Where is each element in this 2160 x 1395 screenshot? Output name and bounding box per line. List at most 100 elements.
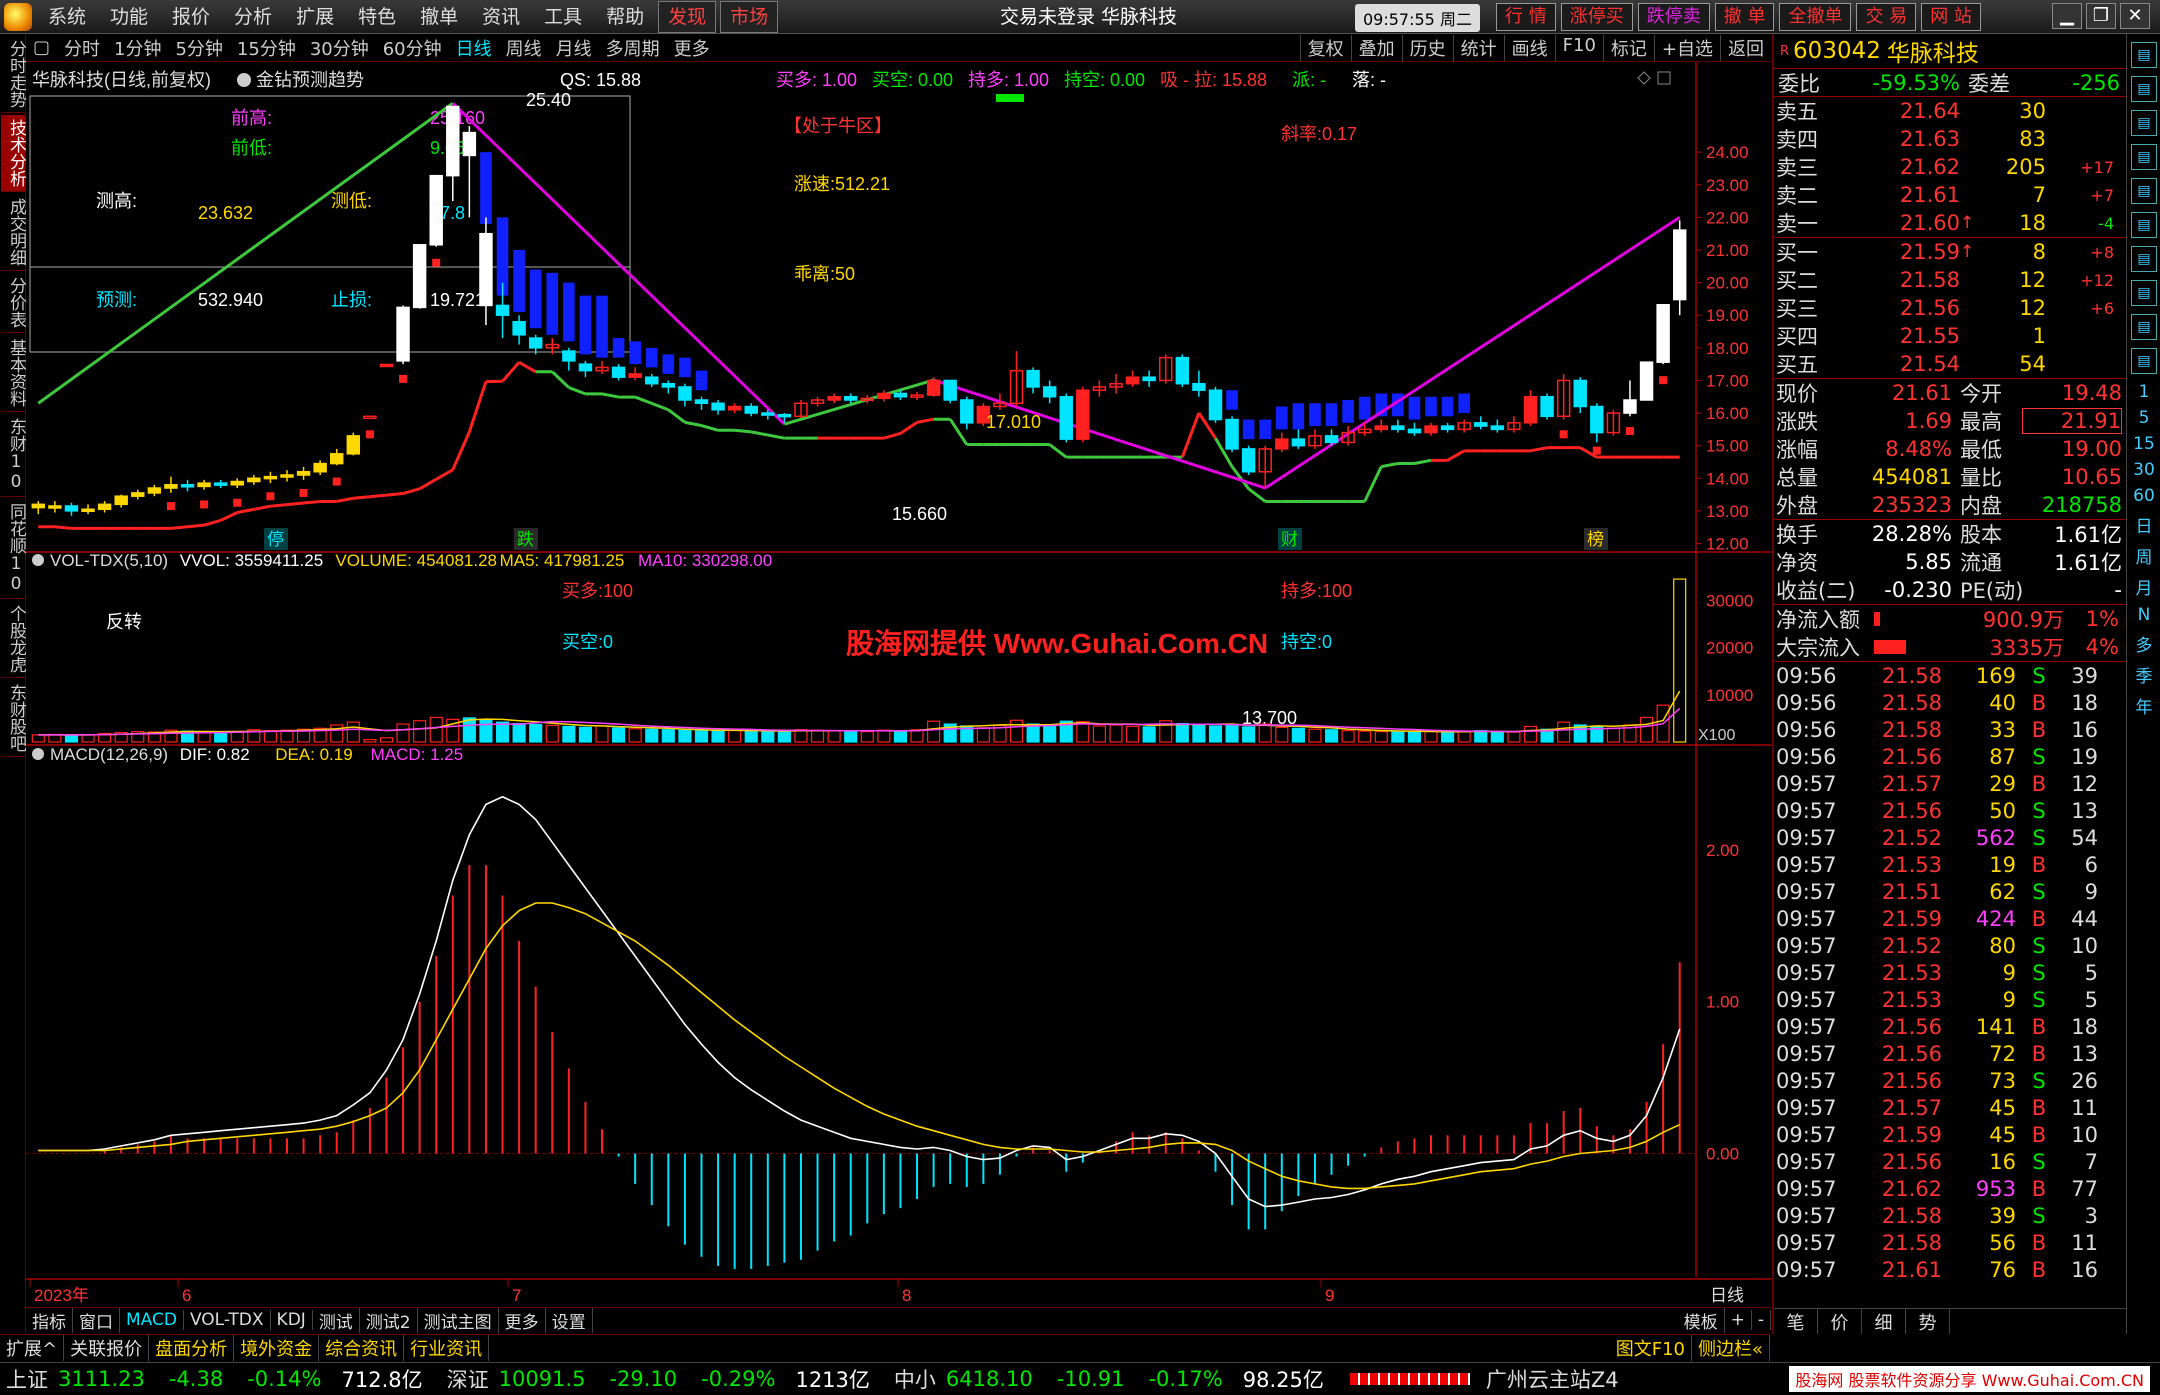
zoom-out-button[interactable]: -	[1752, 1310, 1771, 1330]
period-4[interactable]: 30分钟	[303, 35, 376, 61]
chart-canvas[interactable]: 华脉科技(日线,前复权) 金钻预测趋势 QS: 15.88 买多: 1.00 买空: 0…	[26, 62, 1771, 1307]
menu-item-2[interactable]: 报价	[160, 0, 222, 34]
quote-tab-0[interactable]: 笔	[1774, 1309, 1818, 1334]
func-item-4[interactable]: 综合资讯	[319, 1334, 405, 1361]
indicator-tab-7[interactable]: 测试主图	[418, 1307, 499, 1333]
quick-button-0[interactable]: 行 情	[1496, 3, 1556, 31]
side-number-2[interactable]: 15	[2127, 434, 2160, 454]
quick-button-3[interactable]: 撤 单	[1714, 3, 1775, 31]
indicator-name[interactable]: 金钻预测趋势	[256, 70, 364, 90]
menu-item-0[interactable]: 系统	[36, 0, 98, 34]
event-marker[interactable]: 财	[1281, 530, 1298, 549]
side-number-1[interactable]: 5	[2127, 408, 2160, 428]
indicator-tab-9[interactable]: 设置	[546, 1307, 593, 1333]
func-item-3[interactable]: 境外资金	[234, 1334, 320, 1361]
restore-button[interactable]: ❐	[2086, 3, 2116, 29]
side-period-2[interactable]: 月	[2127, 574, 2160, 599]
side-tool-icon[interactable]: ▤	[2131, 280, 2157, 306]
zoom-in-button[interactable]: +	[1725, 1310, 1752, 1330]
tick-list[interactable]: 09:56 21.58 169 S 39 09:56 21.58 40 B 18 09:56 21.5…	[1774, 661, 2126, 1283]
chart-tool-1[interactable]: 叠加	[1350, 34, 1402, 61]
side-tool-icon[interactable]: ▤	[2131, 178, 2157, 204]
menu-item-8[interactable]: 工具	[532, 0, 594, 34]
chart-area[interactable]: 华脉科技(日线,前复权) 金钻预测趋势 QS: 15.88 买多: 1.00 买空: 0…	[26, 62, 1771, 1307]
side-tool-icon[interactable]: ▤	[2131, 212, 2157, 238]
func-item-2[interactable]: 盘面分析	[149, 1334, 235, 1361]
order-book-row[interactable]: 买五 21.54 54	[1774, 350, 2126, 378]
left-tab-8[interactable]: 东财股吧	[1, 680, 26, 757]
menu-item-9[interactable]: 帮助	[594, 0, 656, 34]
func-item-5[interactable]: 行业资讯	[404, 1334, 490, 1361]
menu-highlight-item-0[interactable]: 发现	[658, 0, 717, 33]
side-period-5[interactable]: 季	[2127, 662, 2160, 687]
indicator-tab-0[interactable]: 指标	[26, 1307, 73, 1333]
quick-button-5[interactable]: 交 易	[1856, 3, 1917, 31]
event-marker[interactable]: 停	[267, 530, 284, 549]
left-tab-1[interactable]: 技术分析	[1, 115, 26, 192]
period-6[interactable]: 日线	[449, 35, 499, 61]
period-3[interactable]: 15分钟	[230, 35, 303, 61]
server-name[interactable]: 广州云主站Z4	[1486, 1364, 1619, 1394]
layout-icon[interactable]: ▢	[26, 37, 57, 58]
left-tab-2[interactable]: 成交明细	[1, 194, 26, 271]
menu-item-6[interactable]: 撤单	[408, 0, 470, 34]
side-period-3[interactable]: N	[2127, 605, 2160, 625]
side-number-4[interactable]: 60	[2127, 486, 2160, 506]
chart-tool-2[interactable]: 历史	[1401, 34, 1453, 61]
side-number-0[interactable]: 1	[2127, 382, 2160, 402]
left-tab-6[interactable]: 同花顺10	[1, 499, 26, 599]
close-button[interactable]: ✕	[2120, 3, 2150, 29]
menu-item-3[interactable]: 分析	[222, 0, 284, 34]
chart-tool-4[interactable]: 画线	[1503, 34, 1555, 61]
indicator-tab-8[interactable]: 更多	[499, 1307, 546, 1333]
quick-button-4[interactable]: 全撤单	[1779, 3, 1852, 31]
minimize-button[interactable]: ▁	[2052, 3, 2082, 29]
indicator-tab-3[interactable]: VOL-TDX	[184, 1310, 271, 1330]
side-period-1[interactable]: 周	[2127, 543, 2160, 568]
index-name[interactable]: 中小	[894, 1364, 936, 1394]
order-book-row[interactable]: 卖三 21.62 205 +17	[1774, 153, 2126, 181]
quick-button-6[interactable]: 网 站	[1921, 3, 1981, 31]
period-8[interactable]: 月线	[549, 35, 599, 61]
chart-tool-5[interactable]: F10	[1554, 34, 1603, 61]
period-2[interactable]: 5分钟	[168, 35, 229, 61]
order-book-row[interactable]: 卖二 21.61 7 +7	[1774, 181, 2126, 209]
chart-tool-6[interactable]: 标记	[1602, 34, 1654, 61]
menu-item-4[interactable]: 扩展	[284, 0, 346, 34]
menu-highlight-item-1[interactable]: 市场	[720, 0, 779, 33]
indicator-tab-4[interactable]: KDJ	[271, 1310, 313, 1330]
period-0[interactable]: 分时	[57, 35, 107, 61]
quote-tab-3[interactable]: 势	[1906, 1309, 1950, 1334]
side-period-4[interactable]: 多	[2127, 631, 2160, 656]
event-marker[interactable]: 榜	[1587, 530, 1604, 549]
order-book-row[interactable]: 买四 21.55 1	[1774, 322, 2126, 350]
period-5[interactable]: 60分钟	[376, 35, 449, 61]
func-item-0[interactable]: 扩展^	[0, 1334, 65, 1361]
side-tool-icon[interactable]: ▤	[2131, 246, 2157, 272]
indicator-toggle-icon[interactable]	[237, 73, 251, 87]
vol-toggle-icon[interactable]	[32, 554, 44, 566]
side-tool-icon[interactable]: ▤	[2131, 110, 2157, 136]
func-right-1[interactable]: 侧边栏«	[1692, 1334, 1770, 1361]
template-button[interactable]: 模板	[1678, 1307, 1725, 1333]
indicator-tab-5[interactable]: 测试	[313, 1307, 360, 1333]
chart-tool-3[interactable]: 统计	[1452, 34, 1504, 61]
left-tab-7[interactable]: 个股龙虎	[1, 601, 26, 678]
index-name[interactable]: 上证	[6, 1364, 48, 1394]
func-item-1[interactable]: 关联报价	[64, 1334, 150, 1361]
event-marker[interactable]: 跌	[517, 530, 534, 549]
side-tool-icon[interactable]: ▤	[2131, 76, 2157, 102]
chart-tool-0[interactable]: 复权	[1299, 34, 1351, 61]
period-7[interactable]: 周线	[499, 35, 549, 61]
period-9[interactable]: 多周期	[599, 35, 667, 61]
indicator-tab-1[interactable]: 窗口	[73, 1307, 120, 1333]
order-book-row[interactable]: 卖五 21.64 30	[1774, 97, 2126, 125]
menu-item-5[interactable]: 特色	[346, 0, 408, 34]
side-period-6[interactable]: 年	[2127, 693, 2160, 718]
order-book-row[interactable]: 卖四 21.63 83	[1774, 125, 2126, 153]
quote-tab-2[interactable]: 细	[1862, 1309, 1906, 1334]
side-tool-icon[interactable]: ▤	[2131, 42, 2157, 68]
macd-toggle-icon[interactable]	[32, 748, 44, 760]
quote-tab-1[interactable]: 价	[1818, 1309, 1862, 1334]
index-name[interactable]: 深证	[447, 1364, 489, 1394]
